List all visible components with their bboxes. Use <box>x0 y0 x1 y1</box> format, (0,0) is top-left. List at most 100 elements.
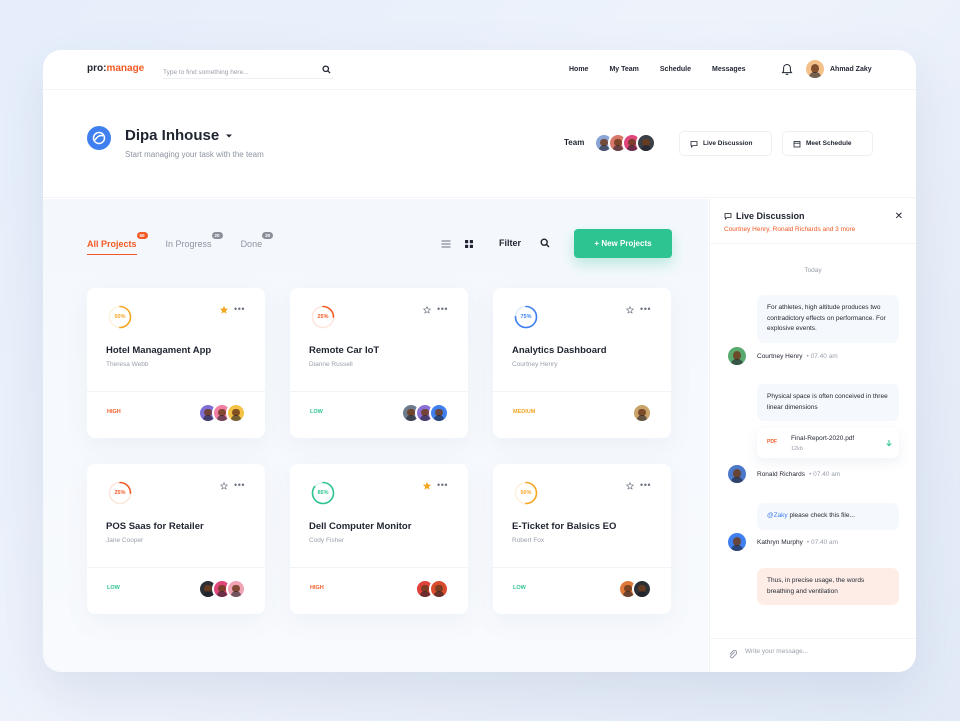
search-icon[interactable] <box>322 65 331 74</box>
project-title: Analytics Dashboard <box>512 345 607 356</box>
star-icon[interactable] <box>626 482 634 490</box>
download-icon[interactable] <box>885 439 893 447</box>
nav-messages[interactable]: Messages <box>712 66 745 73</box>
message-text: For athletes, high altitude produces two… <box>767 304 886 333</box>
tab-label: Done <box>240 239 263 249</box>
more-options-icon[interactable]: ••• <box>640 304 651 314</box>
assignee-avatars[interactable] <box>632 403 652 423</box>
avatar[interactable] <box>632 579 652 599</box>
tab-all-projects[interactable]: All Projects 50 <box>87 232 148 255</box>
progress-ring: 75% <box>514 305 538 329</box>
count-badge: 30 <box>262 232 274 239</box>
avatar[interactable] <box>728 465 746 483</box>
team-avatars[interactable] <box>594 133 656 153</box>
progress-ring: 50% <box>514 481 538 505</box>
project-switcher[interactable]: Dipa Inhouse <box>125 127 233 144</box>
live-discussion-label: Live Discussion <box>703 140 753 147</box>
divider <box>290 567 468 568</box>
star-icon[interactable] <box>626 306 634 314</box>
meet-schedule-button[interactable]: Meet Schedule <box>782 131 873 156</box>
assignee-avatars[interactable] <box>415 579 449 599</box>
app-logo[interactable]: pro:manage <box>87 63 144 74</box>
close-icon[interactable]: ✕ <box>895 211 903 222</box>
divider <box>87 391 265 392</box>
message-time: 07.40 am <box>813 470 841 478</box>
project-owner: Theresa Webb <box>106 361 149 368</box>
logo-accent-text: manage <box>106 63 145 74</box>
divider <box>493 391 671 392</box>
tab-label: In Progress <box>165 239 212 249</box>
project-owner: Robert Fox <box>512 537 545 544</box>
star-icon[interactable] <box>220 482 228 490</box>
paperclip-icon[interactable] <box>728 649 737 659</box>
tab-in-progress[interactable]: In Progress 20 <box>165 232 223 255</box>
page-subtitle: Start managing your task with the team <box>125 150 264 159</box>
assignee-avatars[interactable] <box>401 403 449 423</box>
project-owner: Cody Fisher <box>309 537 345 544</box>
chat-participants[interactable]: Courtney Henry, Ronald Richards and 3 mo… <box>724 226 855 233</box>
progress-label: 75% <box>520 314 532 320</box>
avatar[interactable] <box>226 579 246 599</box>
chat-header: Live Discussion <box>724 211 805 221</box>
nav-my-team[interactable]: My Team <box>609 66 638 73</box>
mention-link[interactable]: @Zaky <box>767 512 788 519</box>
more-options-icon[interactable]: ••• <box>234 304 245 314</box>
calendar-icon <box>793 140 801 147</box>
search-icon[interactable] <box>540 238 550 248</box>
assignee-avatars[interactable] <box>198 579 246 599</box>
message-input[interactable] <box>745 648 895 655</box>
avatar[interactable] <box>728 533 746 551</box>
project-logo-icon <box>87 126 111 150</box>
file-size: 12kb <box>791 446 803 452</box>
project-title: Dell Computer Monitor <box>309 521 412 532</box>
project-card[interactable]: 50% ••• Hotel Managament App Theresa Webb HI… <box>87 288 265 438</box>
live-discussion-button[interactable]: Live Discussion <box>679 131 772 156</box>
new-project-button[interactable]: + New Projects <box>574 229 672 258</box>
avatar[interactable] <box>632 403 652 423</box>
progress-label: 50% <box>520 490 532 496</box>
message-text: please check this file... <box>787 512 855 519</box>
star-icon[interactable] <box>220 306 228 314</box>
avatar[interactable] <box>728 347 746 365</box>
tab-done[interactable]: Done 30 <box>240 232 274 255</box>
grid-view-icon[interactable] <box>464 239 474 249</box>
user-menu[interactable]: Ahmad Zaky <box>806 60 872 78</box>
assignee-avatars[interactable] <box>618 579 652 599</box>
project-card[interactable]: 85% ••• Dell Computer Monitor Cody Fisher HI… <box>290 464 468 614</box>
more-options-icon[interactable]: ••• <box>640 480 651 490</box>
search-input[interactable] <box>163 65 313 76</box>
chat-bubble-icon <box>724 213 732 220</box>
project-card[interactable]: 50% ••• E-Ticket for Balsics EO Robert Fox L… <box>493 464 671 614</box>
avatar[interactable] <box>636 133 656 153</box>
project-card[interactable]: 75% ••• Analytics Dashboard Courtney Henry M… <box>493 288 671 438</box>
project-card[interactable]: 25% ••• Remote Car IoT Dianne Russell LOW <box>290 288 468 438</box>
project-card[interactable]: 25% ••• POS Saas for Retailer Jane Cooper LO… <box>87 464 265 614</box>
avatar[interactable] <box>226 403 246 423</box>
count-badge: 20 <box>211 232 223 239</box>
avatar[interactable] <box>429 579 449 599</box>
more-options-icon[interactable]: ••• <box>234 480 245 490</box>
star-icon[interactable] <box>423 306 431 314</box>
priority-badge: HIGH <box>107 409 121 415</box>
divider <box>87 567 265 568</box>
more-options-icon[interactable]: ••• <box>437 304 448 314</box>
more-options-icon[interactable]: ••• <box>437 480 448 490</box>
priority-badge: LOW <box>513 585 526 591</box>
search-bar <box>163 61 333 79</box>
star-icon[interactable] <box>423 482 431 490</box>
project-owner: Courtney Henry <box>512 361 558 368</box>
assignee-avatars[interactable] <box>198 403 246 423</box>
nav-home[interactable]: Home <box>569 66 588 73</box>
live-discussion-panel: Live Discussion ✕ Courtney Henry, Ronald… <box>709 199 916 672</box>
chat-message-own: Thus, in precise usage, the words breath… <box>757 568 899 606</box>
nav-schedule[interactable]: Schedule <box>660 66 691 73</box>
app-window: pro:manage Home My Team Schedule Message… <box>43 50 916 672</box>
filter-button[interactable]: Filter <box>499 238 521 248</box>
bell-icon[interactable] <box>781 63 793 76</box>
project-header: Dipa Inhouse Start managing your task wi… <box>43 90 916 198</box>
message-composer <box>710 638 916 672</box>
list-view-icon[interactable] <box>441 239 451 249</box>
avatar[interactable] <box>429 403 449 423</box>
file-attachment[interactable]: PDF Final-Report-2020.pdf 12kb <box>757 428 899 458</box>
team-label: Team <box>564 138 585 147</box>
